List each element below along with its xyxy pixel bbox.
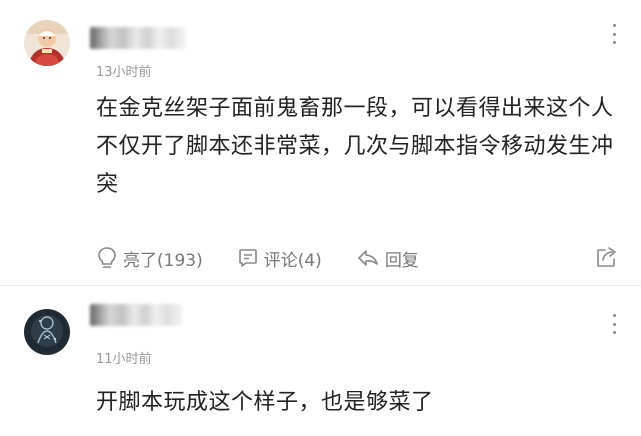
comment-time: 13小时前 xyxy=(96,65,152,80)
comment-icon xyxy=(238,249,257,267)
avatar-image xyxy=(24,20,70,66)
reply-count-button[interactable]: 评论(4) xyxy=(237,246,322,271)
comment-list: 13小时前 在金克丝架子面前鬼畜那一段，可以看得出来这个人不仅开了脚本还非常菜，… xyxy=(0,0,641,436)
share-button[interactable] xyxy=(595,245,619,273)
reply-label: 回复 xyxy=(384,250,419,271)
more-icon[interactable] xyxy=(611,24,617,44)
reply-icon xyxy=(358,250,378,266)
lightbulb-icon xyxy=(98,247,116,268)
comment-actions: 亮了(193) 评论(4) 回复 xyxy=(96,244,453,272)
username-redacted[interactable] xyxy=(90,27,186,49)
like-count-label: 亮了(193) xyxy=(123,250,203,271)
comment-text: 在金克丝架子面前鬼畜那一段，可以看得出来这个人不仅开了脚本还非常菜，几次与脚本指… xyxy=(96,96,614,197)
like-button[interactable]: 亮了(193) xyxy=(96,246,203,271)
reply-count-label: 评论(4) xyxy=(263,250,322,271)
comment-time: 11小时前 xyxy=(96,352,152,367)
avatar[interactable] xyxy=(24,20,70,66)
comment-item: 13小时前 在金克丝架子面前鬼畜那一段，可以看得出来这个人不仅开了脚本还非常菜，… xyxy=(0,0,641,286)
more-icon[interactable] xyxy=(611,314,617,334)
avatar[interactable] xyxy=(24,309,70,355)
comment-text: 开脚本玩成这个样子，也是够菜了 xyxy=(96,390,434,415)
share-icon xyxy=(597,247,616,267)
avatar-image xyxy=(24,309,70,355)
reply-button[interactable]: 回复 xyxy=(356,246,419,271)
comment-item: 11小时前 开脚本玩成这个样子，也是够菜了 xyxy=(0,286,641,436)
username-redacted[interactable] xyxy=(90,304,182,326)
